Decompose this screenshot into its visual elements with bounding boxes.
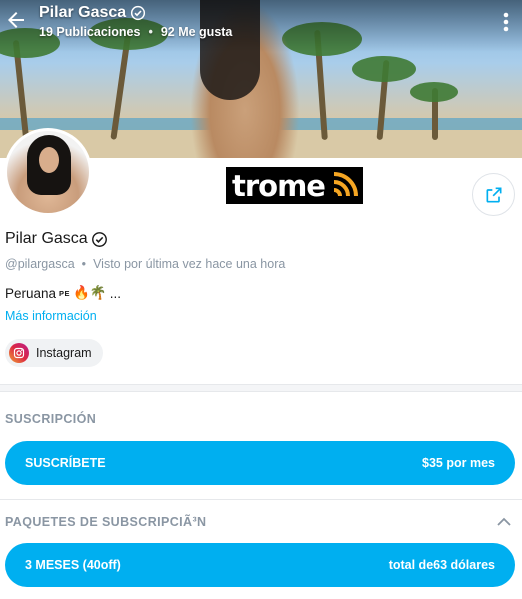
posts-count: 19 Publicaciones bbox=[39, 25, 141, 39]
subscribe-label: SUSCRÍBETE bbox=[25, 456, 106, 470]
meta-separator: • bbox=[81, 257, 87, 271]
bio-ellipsis: ... bbox=[109, 285, 121, 301]
section-divider bbox=[0, 499, 522, 500]
subscribe-button[interactable]: SUSCRÍBETE $35 por mes bbox=[5, 441, 515, 485]
section-divider bbox=[0, 384, 522, 392]
header-stats: 19 Publicaciones • 92 Me gusta bbox=[39, 25, 232, 39]
profile-name: Pilar Gasca bbox=[5, 230, 108, 248]
profile-bio: Peruana PE 🔥🌴 ... bbox=[5, 285, 121, 301]
share-button[interactable] bbox=[472, 173, 515, 216]
likes-count: 92 Me gusta bbox=[160, 25, 233, 39]
subscription-title: SUSCRIPCIÓN bbox=[5, 412, 97, 426]
profile-banner bbox=[0, 0, 522, 158]
avatar[interactable] bbox=[4, 128, 92, 216]
profile-meta: @pilargasca • Visto por última vez hace … bbox=[5, 257, 285, 271]
bundle-price: total de63 dólares bbox=[388, 558, 495, 572]
stats-separator: • bbox=[148, 25, 153, 39]
palm-fronds bbox=[352, 56, 416, 82]
share-icon bbox=[486, 187, 501, 202]
header-name: Pilar Gasca bbox=[39, 4, 127, 21]
last-seen: Visto por última vez hace una hora bbox=[93, 257, 286, 271]
instagram-label: Instagram bbox=[36, 346, 92, 360]
instagram-link[interactable]: Instagram bbox=[5, 339, 103, 367]
more-info-link[interactable]: Más información bbox=[5, 309, 97, 323]
palm-fronds bbox=[410, 82, 458, 102]
bio-text: Peruana bbox=[5, 285, 57, 301]
bio-emojis: 🔥🌴 bbox=[73, 285, 107, 300]
header-title: Pilar Gasca bbox=[39, 4, 146, 22]
more-options-icon[interactable] bbox=[496, 10, 516, 34]
profile-handle: @pilargasca bbox=[5, 257, 75, 271]
bundle-3-months-button[interactable]: 3 MESES (40off) total de63 dólares bbox=[5, 543, 515, 587]
chevron-up-icon[interactable] bbox=[496, 514, 512, 530]
instagram-icon bbox=[9, 343, 29, 363]
bundle-label: 3 MESES (40off) bbox=[25, 558, 121, 572]
back-arrow-icon[interactable] bbox=[4, 8, 28, 32]
logo-text: trome bbox=[232, 168, 326, 203]
subscribe-price: $35 por mes bbox=[422, 456, 495, 470]
trome-logo: trome bbox=[226, 167, 363, 204]
bundles-title: PAQUETES DE SUBSCRIPCIÃ³N bbox=[5, 515, 207, 529]
profile-name-text: Pilar Gasca bbox=[5, 230, 88, 247]
verified-icon bbox=[131, 5, 146, 21]
peru-flag-icon: PE bbox=[59, 288, 71, 298]
avatar-image bbox=[7, 131, 89, 213]
logo-signal-icon bbox=[333, 172, 358, 197]
verified-icon bbox=[91, 231, 107, 247]
